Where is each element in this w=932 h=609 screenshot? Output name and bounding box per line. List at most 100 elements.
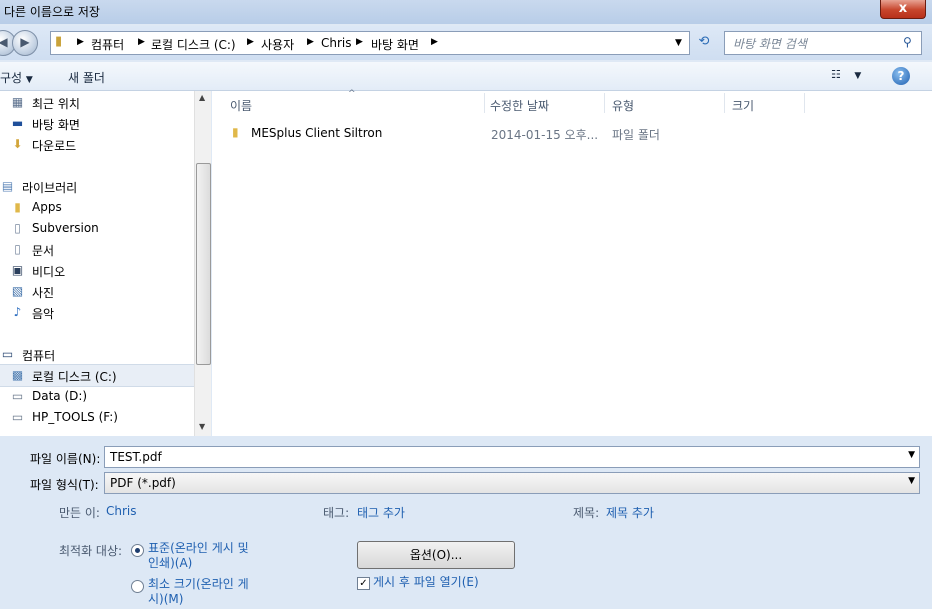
filetype-select[interactable]: PDF (*.pdf) ▼ [104, 472, 920, 494]
open-after-publish-label[interactable]: 게시 후 파일 열기(E) [373, 575, 479, 590]
chevron-down-icon[interactable]: ▼ [675, 38, 682, 48]
file-type: 파일 폴더 [612, 128, 660, 142]
checkmark-icon: ✓ [359, 578, 368, 589]
nav-item-data-d[interactable]: ▭ Data (D:) [0, 386, 194, 407]
nav-item-apps[interactable]: ▮ Apps [0, 197, 194, 218]
nav-item-recent-places[interactable]: ▦ 최근 위치 [0, 92, 194, 113]
breadcrumb-desktop[interactable]: 바탕 화면 [371, 36, 419, 53]
refresh-button[interactable]: ⟲ [692, 31, 716, 53]
breadcrumb-chris[interactable]: Chris [321, 36, 352, 50]
address-bar[interactable]: ▮ ▶ 컴퓨터 ▶ 로컬 디스크 (C:) ▶ 사용자 ▶ Chris ▶ 바탕… [50, 31, 690, 55]
breadcrumb-computer[interactable]: 컴퓨터 [91, 36, 124, 53]
chevron-down-icon[interactable]: ▼ [908, 476, 915, 486]
close-button[interactable]: x [880, 0, 926, 19]
search-input[interactable]: 바탕 화면 검색 [733, 35, 807, 52]
nav-item-libraries[interactable]: ▤ 라이브러리 [0, 176, 194, 197]
local-disk-icon: ▩ [11, 368, 24, 382]
organize-label: 구성 [0, 71, 23, 85]
column-separator[interactable] [484, 93, 485, 113]
breadcrumb-arrow-icon[interactable]: ▶ [431, 37, 438, 47]
column-separator[interactable] [804, 93, 805, 113]
new-folder-button[interactable]: 새 폴더 [68, 69, 105, 86]
sort-ascending-icon: ^ [348, 89, 356, 99]
breadcrumb-arrow-icon[interactable]: ▶ [307, 37, 314, 47]
pictures-icon: ▧ [11, 284, 24, 298]
music-icon: ♪ [13, 305, 22, 319]
optimize-minimum-label[interactable]: 최소 크기(온라인 게 시)(M) [148, 577, 249, 607]
nav-item-desktop[interactable]: ▬ 바탕 화면 [0, 113, 194, 134]
title-bar [0, 0, 932, 24]
breadcrumb-local-disk[interactable]: 로컬 디스크 (C:) [151, 36, 236, 53]
optimize-standard-label[interactable]: 표준(온라인 게시 및 인쇄)(A) [148, 541, 249, 571]
video-icon: ▣ [11, 263, 24, 277]
nav-item-downloads[interactable]: ⬇ 다운로드 [0, 134, 194, 155]
search-icon[interactable]: ⚲ [903, 35, 912, 49]
nav-item-computer[interactable]: ▭ 컴퓨터 [0, 344, 194, 365]
navigation-pane-scrollbar[interactable]: ▲ ▼ [194, 91, 211, 436]
breadcrumb-arrow-icon[interactable]: ▶ [138, 37, 145, 47]
nav-item-hp-tools-f[interactable]: ▭ HP_TOOLS (F:) [0, 407, 194, 428]
column-header-type[interactable]: 유형 [612, 97, 634, 114]
column-separator[interactable] [724, 93, 725, 113]
column-header-size[interactable]: 크기 [732, 97, 754, 114]
column-separator[interactable] [604, 93, 605, 113]
file-list: ^ 이름 수정한 날짜 유형 크기 ▮ MESplus Client Siltr… [212, 89, 932, 436]
column-header-name[interactable]: 이름 [230, 97, 252, 114]
breadcrumb-arrow-icon[interactable]: ▶ [356, 37, 363, 47]
chevron-down-icon[interactable]: ▼ [908, 450, 915, 460]
optimize-standard-radio[interactable] [131, 544, 144, 557]
nav-item-label: 음악 [32, 307, 55, 321]
nav-item-subversion[interactable]: ▯ Subversion [0, 218, 194, 239]
forward-button[interactable]: ▶ [12, 30, 38, 56]
optimize-minimum-line: 시)(M) [148, 592, 184, 606]
nav-item-pictures[interactable]: ▧ 사진 [0, 281, 194, 302]
nav-item-label: 최근 위치 [32, 97, 80, 111]
library-icon: ▤ [1, 179, 14, 193]
filetype-label: 파일 형식(T): [30, 478, 99, 492]
filename-field[interactable]: TEST.pdf ▼ [104, 446, 920, 468]
scrollbar-thumb[interactable] [196, 163, 211, 365]
file-modified: 2014-01-15 오후... [491, 128, 599, 142]
breadcrumb-arrow-icon[interactable]: ▶ [247, 37, 254, 47]
scroll-up-icon[interactable]: ▲ [199, 93, 205, 102]
file-name[interactable]: MESplus Client Siltron [251, 126, 382, 140]
organize-button[interactable]: 구성 ▼ [0, 69, 33, 86]
nav-item-label: 로컬 디스크 (C:) [32, 370, 117, 384]
tags-label: 태그: [323, 506, 350, 520]
nav-item-label: 다운로드 [32, 139, 77, 153]
breadcrumb-users[interactable]: 사용자 [261, 36, 294, 53]
optimize-label: 최적화 대상: [59, 544, 123, 558]
column-header-modified[interactable]: 수정한 날짜 [490, 97, 549, 114]
tags-field[interactable]: 태그 추가 [357, 504, 405, 521]
nav-item-videos[interactable]: ▣ 비디오 [0, 260, 194, 281]
view-options-icon[interactable]: ☷ ▼ [831, 68, 861, 81]
filename-label: 파일 이름(N): [30, 452, 101, 466]
documents-icon: ▯ [14, 242, 21, 256]
search-box[interactable]: 바탕 화면 검색 ⚲ [724, 31, 922, 55]
author-label: 만든 이: [59, 506, 100, 520]
drive-icon: ▭ [11, 389, 24, 403]
nav-item-documents[interactable]: ▯ 문서 [0, 239, 194, 260]
help-button[interactable]: ? [892, 67, 910, 85]
nav-item-label: Data (D:) [32, 389, 88, 403]
optimize-minimum-line: 최소 크기(온라인 게 [148, 577, 249, 591]
breadcrumb-arrow-icon[interactable]: ▶ [77, 37, 84, 47]
table-row[interactable]: ▮ MESplus Client Siltron 2014-01-15 오후..… [212, 119, 912, 142]
optimize-standard-line: 인쇄)(A) [148, 556, 193, 570]
recent-places-icon: ▦ [11, 95, 24, 109]
optimize-minimum-radio[interactable] [131, 580, 144, 593]
nav-item-label: 비디오 [32, 265, 66, 279]
author-field[interactable]: Chris [106, 504, 137, 518]
title-field[interactable]: 제목 추가 [606, 504, 654, 521]
filename-value: TEST.pdf [110, 450, 162, 464]
folder-icon: ▮ [14, 200, 21, 214]
nav-item-label: Apps [32, 200, 62, 214]
open-after-publish-checkbox[interactable]: ✓ [357, 577, 370, 590]
document-icon: ▯ [14, 221, 21, 235]
scroll-down-icon[interactable]: ▼ [199, 422, 205, 431]
desktop-icon: ▬ [11, 116, 24, 130]
nav-item-music[interactable]: ♪ 음악 [0, 302, 194, 323]
nav-item-local-disk-c[interactable]: ▩ 로컬 디스크 (C:) [0, 364, 194, 387]
options-button[interactable]: 옵션(O)... [357, 541, 515, 569]
chevron-down-icon: ▼ [25, 75, 33, 85]
